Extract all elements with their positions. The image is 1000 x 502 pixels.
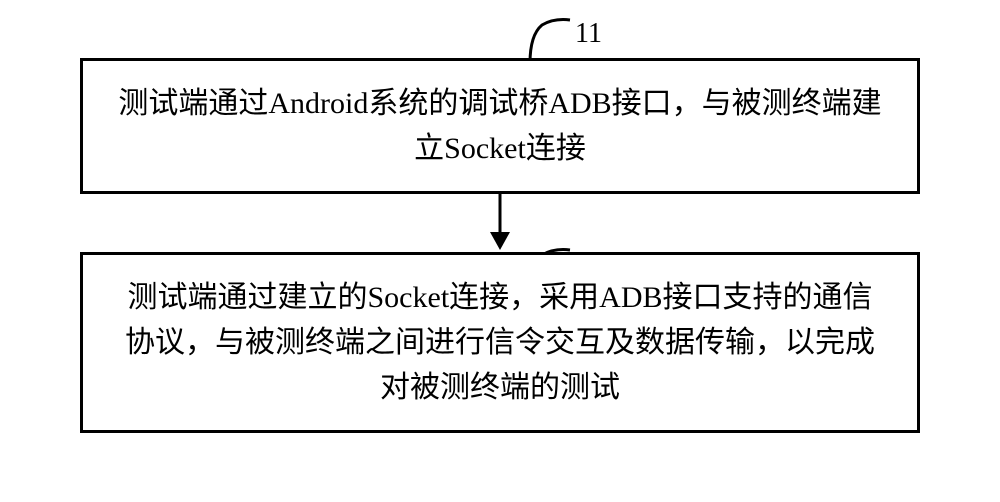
arrow-connector xyxy=(80,194,920,252)
step-label-11: 11 xyxy=(575,18,602,50)
arrow-down-icon xyxy=(480,194,520,252)
flowchart-step-12: 测试端通过建立的Socket连接，采用ADB接口支持的通信协议，与被测终端之间进… xyxy=(80,252,920,433)
step-text-11: 测试端通过Android系统的调试桥ADB接口，与被测终端建立Socket连接 xyxy=(118,87,881,165)
flowchart-diagram: 11 测试端通过Android系统的调试桥ADB接口，与被测终端建立Socket… xyxy=(0,0,1000,502)
step-text-12: 测试端通过建立的Socket连接，采用ADB接口支持的通信协议，与被测终端之间进… xyxy=(125,281,875,404)
flowchart-step-11: 测试端通过Android系统的调试桥ADB接口，与被测终端建立Socket连接 xyxy=(80,58,920,194)
